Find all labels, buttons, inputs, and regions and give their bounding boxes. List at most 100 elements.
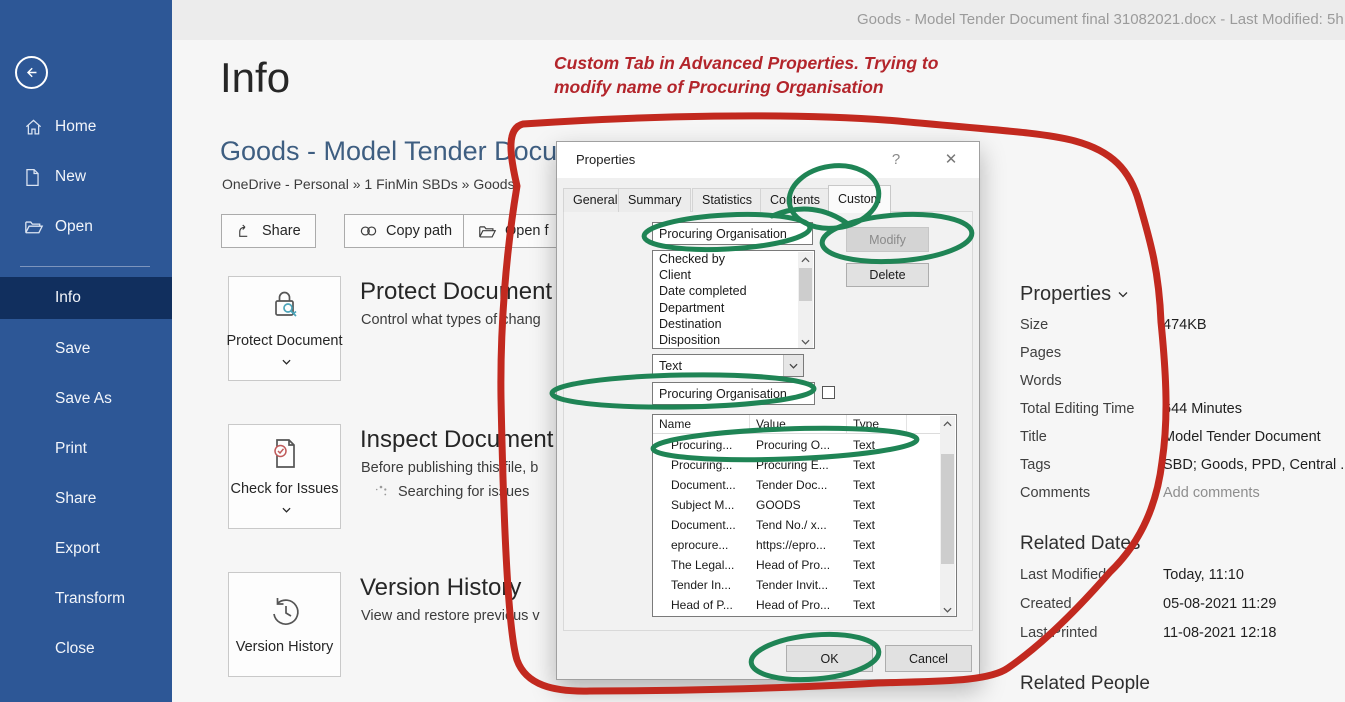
delete-button[interactable]: Delete	[846, 263, 929, 287]
tab-summary[interactable]: Summary	[618, 188, 691, 212]
word-backstage-info: Goods - Model Tender Document final 3108…	[0, 0, 1345, 702]
page-title: Info	[220, 54, 290, 102]
table-row[interactable]: Subject M...GOODSText	[653, 495, 941, 515]
link-to-content-checkbox[interactable]	[822, 386, 835, 399]
sidebar-item-save[interactable]: Save	[0, 334, 172, 364]
sidebar-item-label: Save	[55, 340, 90, 358]
cancel-button[interactable]: Cancel	[885, 645, 972, 672]
copy-path-button-label: Copy path	[386, 223, 452, 239]
property-row: Total Editing Time 644 Minutes	[1020, 401, 1345, 429]
related-date-row: Last Printed 11-08-2021 12:18	[1020, 625, 1345, 653]
listbox-item[interactable]: Destination	[653, 316, 814, 332]
open-file-location-label: Open f	[505, 223, 549, 239]
scroll-down-icon[interactable]	[940, 602, 955, 617]
table-row[interactable]: Tender In...Tender Invit...Text	[653, 575, 941, 595]
scrollbar-thumb[interactable]	[799, 268, 812, 301]
share-button-label: Share	[262, 223, 301, 239]
searching-status-label: Searching for issues	[398, 484, 529, 500]
check-for-issues-button[interactable]: Check for Issues	[228, 424, 341, 529]
table-row[interactable]: Procuring...Procuring O...Text	[653, 435, 941, 455]
sidebar-item-open[interactable]: Open	[0, 212, 172, 242]
scroll-up-icon[interactable]	[940, 416, 955, 431]
sidebar-item-label: Home	[55, 118, 96, 136]
column-header-type[interactable]: Type	[847, 415, 907, 433]
table-row[interactable]: Document...Tend No./ x...Text	[653, 515, 941, 535]
properties-panel-header[interactable]: Properties	[1020, 283, 1128, 306]
version-history-button[interactable]: Version History	[228, 572, 341, 677]
spinner-icon	[374, 485, 388, 499]
listbox-item[interactable]: Disposition	[653, 332, 814, 348]
scroll-down-icon[interactable]	[798, 334, 813, 349]
tab-contents[interactable]: Contents	[760, 188, 830, 212]
property-label: Total Editing Time	[1020, 401, 1134, 417]
related-date-row: Last Modified Today, 11:10	[1020, 567, 1345, 595]
property-name-listbox[interactable]: Checked by Client Date completed Departm…	[652, 250, 815, 349]
help-icon[interactable]: ?	[883, 148, 909, 172]
breadcrumb: OneDrive - Personal » 1 FinMin SBDs » Go…	[222, 176, 515, 192]
sidebar-item-new[interactable]: New	[0, 162, 172, 192]
searching-status: Searching for issues	[374, 484, 529, 500]
type-dropdown[interactable]: Text	[652, 354, 804, 377]
handwritten-note-line2: modify name of Procuring Organisation	[554, 76, 938, 100]
table-row[interactable]: Document...Tender Doc...Text	[653, 475, 941, 495]
listbox-item[interactable]: Date completed	[653, 283, 814, 299]
sidebar-item-share[interactable]: Share	[0, 484, 172, 514]
tab-statistics[interactable]: Statistics	[692, 188, 762, 212]
back-button[interactable]	[15, 56, 48, 89]
back-arrow-icon	[23, 64, 40, 81]
share-button[interactable]: Share	[221, 214, 316, 248]
copy-path-button[interactable]: Copy path	[344, 214, 467, 248]
column-header-value[interactable]: Value	[750, 415, 847, 433]
property-label: Title	[1020, 429, 1047, 445]
sidebar-item-export[interactable]: Export	[0, 534, 172, 564]
property-row: Words	[1020, 373, 1345, 401]
sidebar-item-label: Info	[55, 289, 81, 307]
sidebar-item-print[interactable]: Print	[0, 434, 172, 464]
listbox-item[interactable]: Department	[653, 300, 814, 316]
close-icon[interactable]: ✕	[937, 148, 965, 172]
history-clock-icon	[265, 592, 305, 632]
value-input[interactable]	[652, 382, 815, 405]
name-input[interactable]	[652, 222, 813, 245]
property-value: SBD; Goods, PPD, Central ...	[1163, 457, 1345, 473]
custom-properties-list[interactable]: Name Value Type Procuring...Procuring O.…	[652, 414, 957, 617]
related-date-value: 11-08-2021 12:18	[1163, 625, 1276, 641]
modify-button[interactable]: Modify	[846, 227, 929, 252]
sidebar-item-label: Open	[55, 218, 93, 236]
chevron-down-icon	[282, 352, 291, 372]
dialog-title-bar[interactable]: Properties ? ✕	[557, 142, 979, 178]
property-row: Tags SBD; Goods, PPD, Central ...	[1020, 457, 1345, 485]
table-row[interactable]: Procuring...Procuring E...Text	[653, 455, 941, 475]
sidebar-item-label: Save As	[55, 390, 112, 408]
sidebar-item-close[interactable]: Close	[0, 634, 172, 664]
column-header-name[interactable]: Name	[653, 415, 750, 433]
sidebar-item-info[interactable]: Info	[0, 277, 172, 319]
backstage-sidebar: Home New Open Info Save Save As Print	[0, 0, 172, 702]
add-comments-field[interactable]: Add comments	[1163, 485, 1260, 501]
list-header: Name Value Type	[653, 415, 941, 434]
listbox-scrollbar[interactable]	[798, 252, 813, 349]
listbox-item[interactable]: Client	[653, 267, 814, 283]
list-scrollbar[interactable]	[940, 416, 955, 617]
chevron-down-icon[interactable]	[783, 355, 803, 376]
sidebar-item-home[interactable]: Home	[0, 112, 172, 142]
scrollbar-thumb[interactable]	[941, 454, 954, 564]
protect-document-heading: Protect Document	[360, 278, 552, 306]
property-label: Size	[1020, 317, 1048, 333]
table-row[interactable]: Head of P...Head of Pro...Text	[653, 595, 941, 615]
property-value: Model Tender Document	[1163, 429, 1321, 445]
table-row[interactable]: The Legal...Head of Pro...Text	[653, 555, 941, 575]
ok-button[interactable]: OK	[786, 645, 873, 672]
listbox-item[interactable]: Checked by	[653, 251, 814, 267]
lock-key-icon	[265, 286, 305, 326]
link-icon	[359, 223, 378, 239]
sidebar-item-transform[interactable]: Transform	[0, 584, 172, 614]
scroll-up-icon[interactable]	[798, 252, 813, 267]
protect-document-button[interactable]: Protect Document	[228, 276, 341, 381]
property-row: Pages	[1020, 345, 1345, 373]
handwritten-note-line1: Custom Tab in Advanced Properties. Tryin…	[554, 52, 938, 76]
related-date-label: Created	[1020, 596, 1072, 612]
tab-custom[interactable]: Custom	[828, 185, 891, 213]
table-row[interactable]: eprocure...https://epro...Text	[653, 535, 941, 555]
sidebar-item-save-as[interactable]: Save As	[0, 384, 172, 414]
